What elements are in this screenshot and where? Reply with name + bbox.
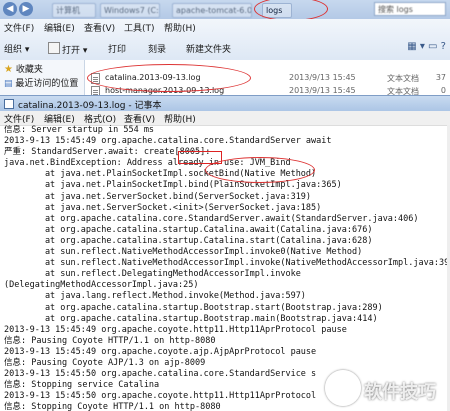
log-line: at org.apache.catalina.startup.Bootstrap… [4,302,383,313]
back-icon[interactable]: ◀ [3,2,17,16]
address-bar[interactable]: ◀ ▶ 计算机 Windows7 (C:) apache-tomcat-6.0.… [0,0,450,21]
file-row[interactable]: catalina.2013-09-13.log 2013/9/13 15:45 … [85,72,450,85]
log-line: at java.net.ServerSocket.bind(ServerSock… [4,191,312,202]
nav-recent[interactable]: ▤ 最近访问的位置 [4,76,78,89]
file-type: 文本文档 [387,87,419,95]
notepad-window: catalina.2013-09-13.log - 记事本 文件(F) 编辑(E… [0,95,450,411]
file-name: catalina.2013-09-13.log [105,73,201,82]
log-line: at sun.reflect.DelegatingMethodAccessorI… [4,269,301,280]
explorer-menu-bar: 文件(F) 编辑(E) 查看(V) 工具(T) 帮助(H) [0,19,450,36]
new-folder-button[interactable]: 新建文件夹 [186,42,231,55]
view-options-icon[interactable]: ▦ ▾ ▭ ? [407,41,446,52]
file-date: 2013/9/13 15:45 [289,86,356,95]
log-line: 信息: Pausing Coyote HTTP/1.1 on http-8080 [4,335,216,346]
navigation-pane: ★ 收藏夹 ▤ 最近访问的位置 [0,60,85,95]
forward-icon[interactable]: ▶ [19,2,33,16]
favorites-star-icon: ★ [4,64,13,75]
file-name: host-manager.2013-09-13.log [105,86,225,95]
open-button[interactable]: 打开 ▾ [48,42,87,56]
notepad-text-area[interactable]: 信息: Server startup in 554 ms 2013-9-13 15… [4,125,450,411]
notepad-menu-format[interactable]: 格式(O) [84,112,116,125]
watermark-text: 软件技巧 [364,382,436,403]
menu-help[interactable]: 帮助(H) [164,21,196,34]
notepad-menu-help[interactable]: 帮助(H) [164,112,196,125]
explorer-toolbar: 文件(F) 编辑(E) 查看(V) 工具(T) 帮助(H) 组织 ▾ 打开 ▾ … [0,19,450,65]
nav-recent-label: 最近访问的位置 [15,79,79,89]
file-date: 2013/9/13 15:45 [289,73,356,82]
log-line: 2013-9-13 15:45:49 org.apache.coyote.ajp… [4,346,317,357]
open-label: 打开 ▾ [62,46,88,56]
log-line: at java.net.PlainSocketImpl.socketBind(N… [4,169,317,180]
notepad-menu-bar: 文件(F) 编辑(E) 格式(O) 查看(V) 帮助(H) [0,111,450,126]
notepad-title-bar[interactable]: catalina.2013-09-13.log - 记事本 [0,95,450,112]
organize-button[interactable]: 组织 ▾ [4,42,29,55]
log-line: 2013-9-13 15:45:49 org.apache.catalina.c… [4,136,332,147]
text-file-icon [91,86,100,95]
notepad-menu-edit[interactable]: 编辑(E) [44,112,75,125]
file-row[interactable]: host-manager.2013-09-13.log 2013/9/13 15… [85,85,450,95]
menu-file[interactable]: 文件(F) [4,21,34,34]
breadcrumb-drive[interactable]: Windows7 (C:) [100,3,160,18]
breadcrumb-tomcat[interactable]: apache-tomcat-6.0.37 [172,3,252,18]
notepad-title: catalina.2013-09-13.log - 记事本 [18,101,162,111]
log-line: 严重: StandardServer.await: create[8005]: [4,147,211,158]
open-icon [48,42,60,54]
log-line: at org.apache.catalina.core.StandardServ… [4,213,419,224]
notepad-menu-file[interactable]: 文件(F) [4,112,34,125]
command-bar: 组织 ▾ 打开 ▾ 打印 刻录 新建文件夹 ▦ ▾ ▭ ? [0,37,450,59]
breadcrumb-logs[interactable]: logs [262,3,292,18]
file-size: 0 [440,86,446,95]
log-line: 2013-9-13 15:45:49 org.apache.coyote.htt… [4,324,347,335]
log-line: 信息: Server startup in 554 ms [4,125,155,135]
notepad-icon [4,99,14,109]
menu-edit[interactable]: 编辑(E) [44,21,75,34]
log-line: at org.apache.catalina.startup.Catalina.… [4,224,373,235]
nav-favorites[interactable]: ★ 收藏夹 [4,62,43,75]
menu-tools[interactable]: 工具(T) [124,21,155,34]
file-type: 文本文档 [387,74,419,83]
log-line: at java.net.ServerSocket.<init>(ServerSo… [4,202,322,213]
organize-label: 组织 ▾ [4,45,30,55]
log-line: at java.lang.reflect.Method.invoke(Metho… [4,291,306,302]
watermark-logo-icon [325,370,361,406]
explorer-window: ◀ ▶ 计算机 Windows7 (C:) apache-tomcat-6.0.… [0,0,450,95]
recent-places-icon: ▤ [4,79,13,89]
search-input[interactable]: 搜索 logs [374,2,446,16]
log-line: at org.apache.catalina.startup.Catalina.… [4,235,373,246]
breadcrumb-computer[interactable]: 计算机 [52,3,96,18]
text-file-icon [91,73,100,84]
burn-button[interactable]: 刻录 [148,42,166,55]
file-size: 37 [435,73,446,82]
log-line: (DelegatingMethodAccessorImpl.java:25) [4,280,199,291]
nav-favorites-label: 收藏夹 [15,65,43,75]
menu-view[interactable]: 查看(V) [84,21,115,34]
file-list: catalina.2013-09-13.log 2013/9/13 15:45 … [85,60,450,95]
log-line: at sun.reflect.NativeMethodAccessorImpl.… [4,247,363,258]
notepad-menu-view[interactable]: 查看(V) [124,112,155,125]
log-line: 信息: Pausing Coyote AJP/1.3 on ajp-8009 [4,357,206,368]
print-button[interactable]: 打印 [108,42,126,55]
log-line: at sun.reflect.NativeMethodAccessorImpl.… [4,258,450,269]
log-line: at java.net.PlainSocketImpl.bind(PlainSo… [4,180,342,191]
log-line: java.net.BindException: Address already … [4,158,291,169]
log-line: at org.apache.catalina.startup.Bootstrap… [4,313,378,324]
